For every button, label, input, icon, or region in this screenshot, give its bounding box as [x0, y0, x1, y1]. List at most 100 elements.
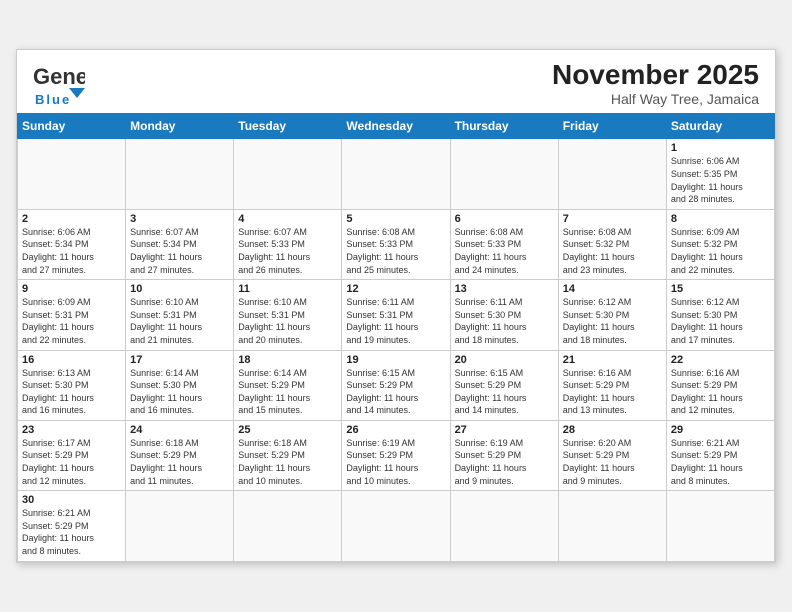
calendar-cell: 20Sunrise: 6:15 AM Sunset: 5:29 PM Dayli… [450, 350, 558, 420]
day-number: 23 [22, 424, 121, 436]
day-number: 11 [238, 283, 337, 295]
day-number: 2 [22, 213, 121, 225]
day-info: Sunrise: 6:19 AM Sunset: 5:29 PM Dayligh… [346, 437, 445, 487]
calendar-cell: 18Sunrise: 6:14 AM Sunset: 5:29 PM Dayli… [234, 350, 342, 420]
calendar-cell: 16Sunrise: 6:13 AM Sunset: 5:30 PM Dayli… [18, 350, 126, 420]
day-number: 15 [671, 283, 770, 295]
day-info: Sunrise: 6:18 AM Sunset: 5:29 PM Dayligh… [238, 437, 337, 487]
calendar-cell [126, 139, 234, 209]
day-info: Sunrise: 6:15 AM Sunset: 5:29 PM Dayligh… [455, 367, 554, 417]
weekday-header-sunday: Sunday [18, 114, 126, 139]
day-number: 1 [671, 142, 770, 154]
calendar-cell: 30Sunrise: 6:21 AM Sunset: 5:29 PM Dayli… [18, 491, 126, 561]
weekday-header-friday: Friday [558, 114, 666, 139]
calendar-cell: 15Sunrise: 6:12 AM Sunset: 5:30 PM Dayli… [666, 280, 774, 350]
calendar-cell [558, 491, 666, 561]
logo-area: General Blue [33, 60, 89, 107]
calendar-cell: 22Sunrise: 6:16 AM Sunset: 5:29 PM Dayli… [666, 350, 774, 420]
calendar-cell: 14Sunrise: 6:12 AM Sunset: 5:30 PM Dayli… [558, 280, 666, 350]
location-title: Half Way Tree, Jamaica [552, 91, 759, 107]
calendar-cell: 5Sunrise: 6:08 AM Sunset: 5:33 PM Daylig… [342, 209, 450, 279]
calendar-cell [450, 139, 558, 209]
day-number: 18 [238, 354, 337, 366]
day-number: 6 [455, 213, 554, 225]
calendar-cell [234, 491, 342, 561]
calendar-cell: 11Sunrise: 6:10 AM Sunset: 5:31 PM Dayli… [234, 280, 342, 350]
day-info: Sunrise: 6:06 AM Sunset: 5:35 PM Dayligh… [671, 155, 770, 205]
calendar-cell: 10Sunrise: 6:10 AM Sunset: 5:31 PM Dayli… [126, 280, 234, 350]
calendar-cell: 13Sunrise: 6:11 AM Sunset: 5:30 PM Dayli… [450, 280, 558, 350]
day-info: Sunrise: 6:10 AM Sunset: 5:31 PM Dayligh… [238, 296, 337, 346]
calendar-cell: 24Sunrise: 6:18 AM Sunset: 5:29 PM Dayli… [126, 420, 234, 490]
day-info: Sunrise: 6:11 AM Sunset: 5:31 PM Dayligh… [346, 296, 445, 346]
day-number: 12 [346, 283, 445, 295]
calendar-body: 1Sunrise: 6:06 AM Sunset: 5:35 PM Daylig… [18, 139, 775, 561]
month-title: November 2025 [552, 60, 759, 91]
calendar-week-5: 23Sunrise: 6:17 AM Sunset: 5:29 PM Dayli… [18, 420, 775, 490]
calendar-cell: 6Sunrise: 6:08 AM Sunset: 5:33 PM Daylig… [450, 209, 558, 279]
day-info: Sunrise: 6:14 AM Sunset: 5:29 PM Dayligh… [238, 367, 337, 417]
day-info: Sunrise: 6:09 AM Sunset: 5:31 PM Dayligh… [22, 296, 121, 346]
day-info: Sunrise: 6:16 AM Sunset: 5:29 PM Dayligh… [563, 367, 662, 417]
calendar-cell [18, 139, 126, 209]
day-info: Sunrise: 6:11 AM Sunset: 5:30 PM Dayligh… [455, 296, 554, 346]
calendar-cell: 25Sunrise: 6:18 AM Sunset: 5:29 PM Dayli… [234, 420, 342, 490]
calendar-cell: 9Sunrise: 6:09 AM Sunset: 5:31 PM Daylig… [18, 280, 126, 350]
svg-text:General: General [33, 64, 85, 89]
calendar-cell [558, 139, 666, 209]
calendar-cell: 27Sunrise: 6:19 AM Sunset: 5:29 PM Dayli… [450, 420, 558, 490]
weekday-header-monday: Monday [126, 114, 234, 139]
weekday-header-row: SundayMondayTuesdayWednesdayThursdayFrid… [18, 114, 775, 139]
calendar-cell: 29Sunrise: 6:21 AM Sunset: 5:29 PM Dayli… [666, 420, 774, 490]
day-info: Sunrise: 6:18 AM Sunset: 5:29 PM Dayligh… [130, 437, 229, 487]
calendar-cell: 3Sunrise: 6:07 AM Sunset: 5:34 PM Daylig… [126, 209, 234, 279]
calendar-cell: 8Sunrise: 6:09 AM Sunset: 5:32 PM Daylig… [666, 209, 774, 279]
calendar-table: SundayMondayTuesdayWednesdayThursdayFrid… [17, 113, 775, 561]
calendar-week-1: 1Sunrise: 6:06 AM Sunset: 5:35 PM Daylig… [18, 139, 775, 209]
weekday-header-wednesday: Wednesday [342, 114, 450, 139]
day-number: 14 [563, 283, 662, 295]
day-info: Sunrise: 6:13 AM Sunset: 5:30 PM Dayligh… [22, 367, 121, 417]
calendar-cell: 2Sunrise: 6:06 AM Sunset: 5:34 PM Daylig… [18, 209, 126, 279]
calendar-cell [666, 491, 774, 561]
day-number: 16 [22, 354, 121, 366]
day-info: Sunrise: 6:08 AM Sunset: 5:32 PM Dayligh… [563, 226, 662, 276]
day-number: 24 [130, 424, 229, 436]
day-number: 30 [22, 494, 121, 506]
day-info: Sunrise: 6:19 AM Sunset: 5:29 PM Dayligh… [455, 437, 554, 487]
calendar-cell [450, 491, 558, 561]
calendar-week-4: 16Sunrise: 6:13 AM Sunset: 5:30 PM Dayli… [18, 350, 775, 420]
day-number: 20 [455, 354, 554, 366]
calendar-cell: 23Sunrise: 6:17 AM Sunset: 5:29 PM Dayli… [18, 420, 126, 490]
calendar-cell [126, 491, 234, 561]
day-info: Sunrise: 6:21 AM Sunset: 5:29 PM Dayligh… [22, 507, 121, 557]
day-info: Sunrise: 6:15 AM Sunset: 5:29 PM Dayligh… [346, 367, 445, 417]
logo-blue-label: Blue [35, 92, 71, 107]
calendar-week-2: 2Sunrise: 6:06 AM Sunset: 5:34 PM Daylig… [18, 209, 775, 279]
calendar-cell: 26Sunrise: 6:19 AM Sunset: 5:29 PM Dayli… [342, 420, 450, 490]
calendar-cell [234, 139, 342, 209]
day-info: Sunrise: 6:12 AM Sunset: 5:30 PM Dayligh… [563, 296, 662, 346]
day-number: 28 [563, 424, 662, 436]
day-number: 10 [130, 283, 229, 295]
day-number: 17 [130, 354, 229, 366]
day-info: Sunrise: 6:07 AM Sunset: 5:34 PM Dayligh… [130, 226, 229, 276]
calendar-cell: 1Sunrise: 6:06 AM Sunset: 5:35 PM Daylig… [666, 139, 774, 209]
calendar-header: General Blue November 2025 Half Way Tree… [17, 50, 775, 113]
day-number: 19 [346, 354, 445, 366]
day-number: 5 [346, 213, 445, 225]
title-area: November 2025 Half Way Tree, Jamaica [552, 60, 759, 107]
day-info: Sunrise: 6:09 AM Sunset: 5:32 PM Dayligh… [671, 226, 770, 276]
day-info: Sunrise: 6:21 AM Sunset: 5:29 PM Dayligh… [671, 437, 770, 487]
day-info: Sunrise: 6:20 AM Sunset: 5:29 PM Dayligh… [563, 437, 662, 487]
day-number: 29 [671, 424, 770, 436]
weekday-header-thursday: Thursday [450, 114, 558, 139]
calendar-cell: 21Sunrise: 6:16 AM Sunset: 5:29 PM Dayli… [558, 350, 666, 420]
day-info: Sunrise: 6:17 AM Sunset: 5:29 PM Dayligh… [22, 437, 121, 487]
day-number: 13 [455, 283, 554, 295]
day-number: 21 [563, 354, 662, 366]
day-number: 22 [671, 354, 770, 366]
day-info: Sunrise: 6:10 AM Sunset: 5:31 PM Dayligh… [130, 296, 229, 346]
calendar-week-3: 9Sunrise: 6:09 AM Sunset: 5:31 PM Daylig… [18, 280, 775, 350]
weekday-header-tuesday: Tuesday [234, 114, 342, 139]
